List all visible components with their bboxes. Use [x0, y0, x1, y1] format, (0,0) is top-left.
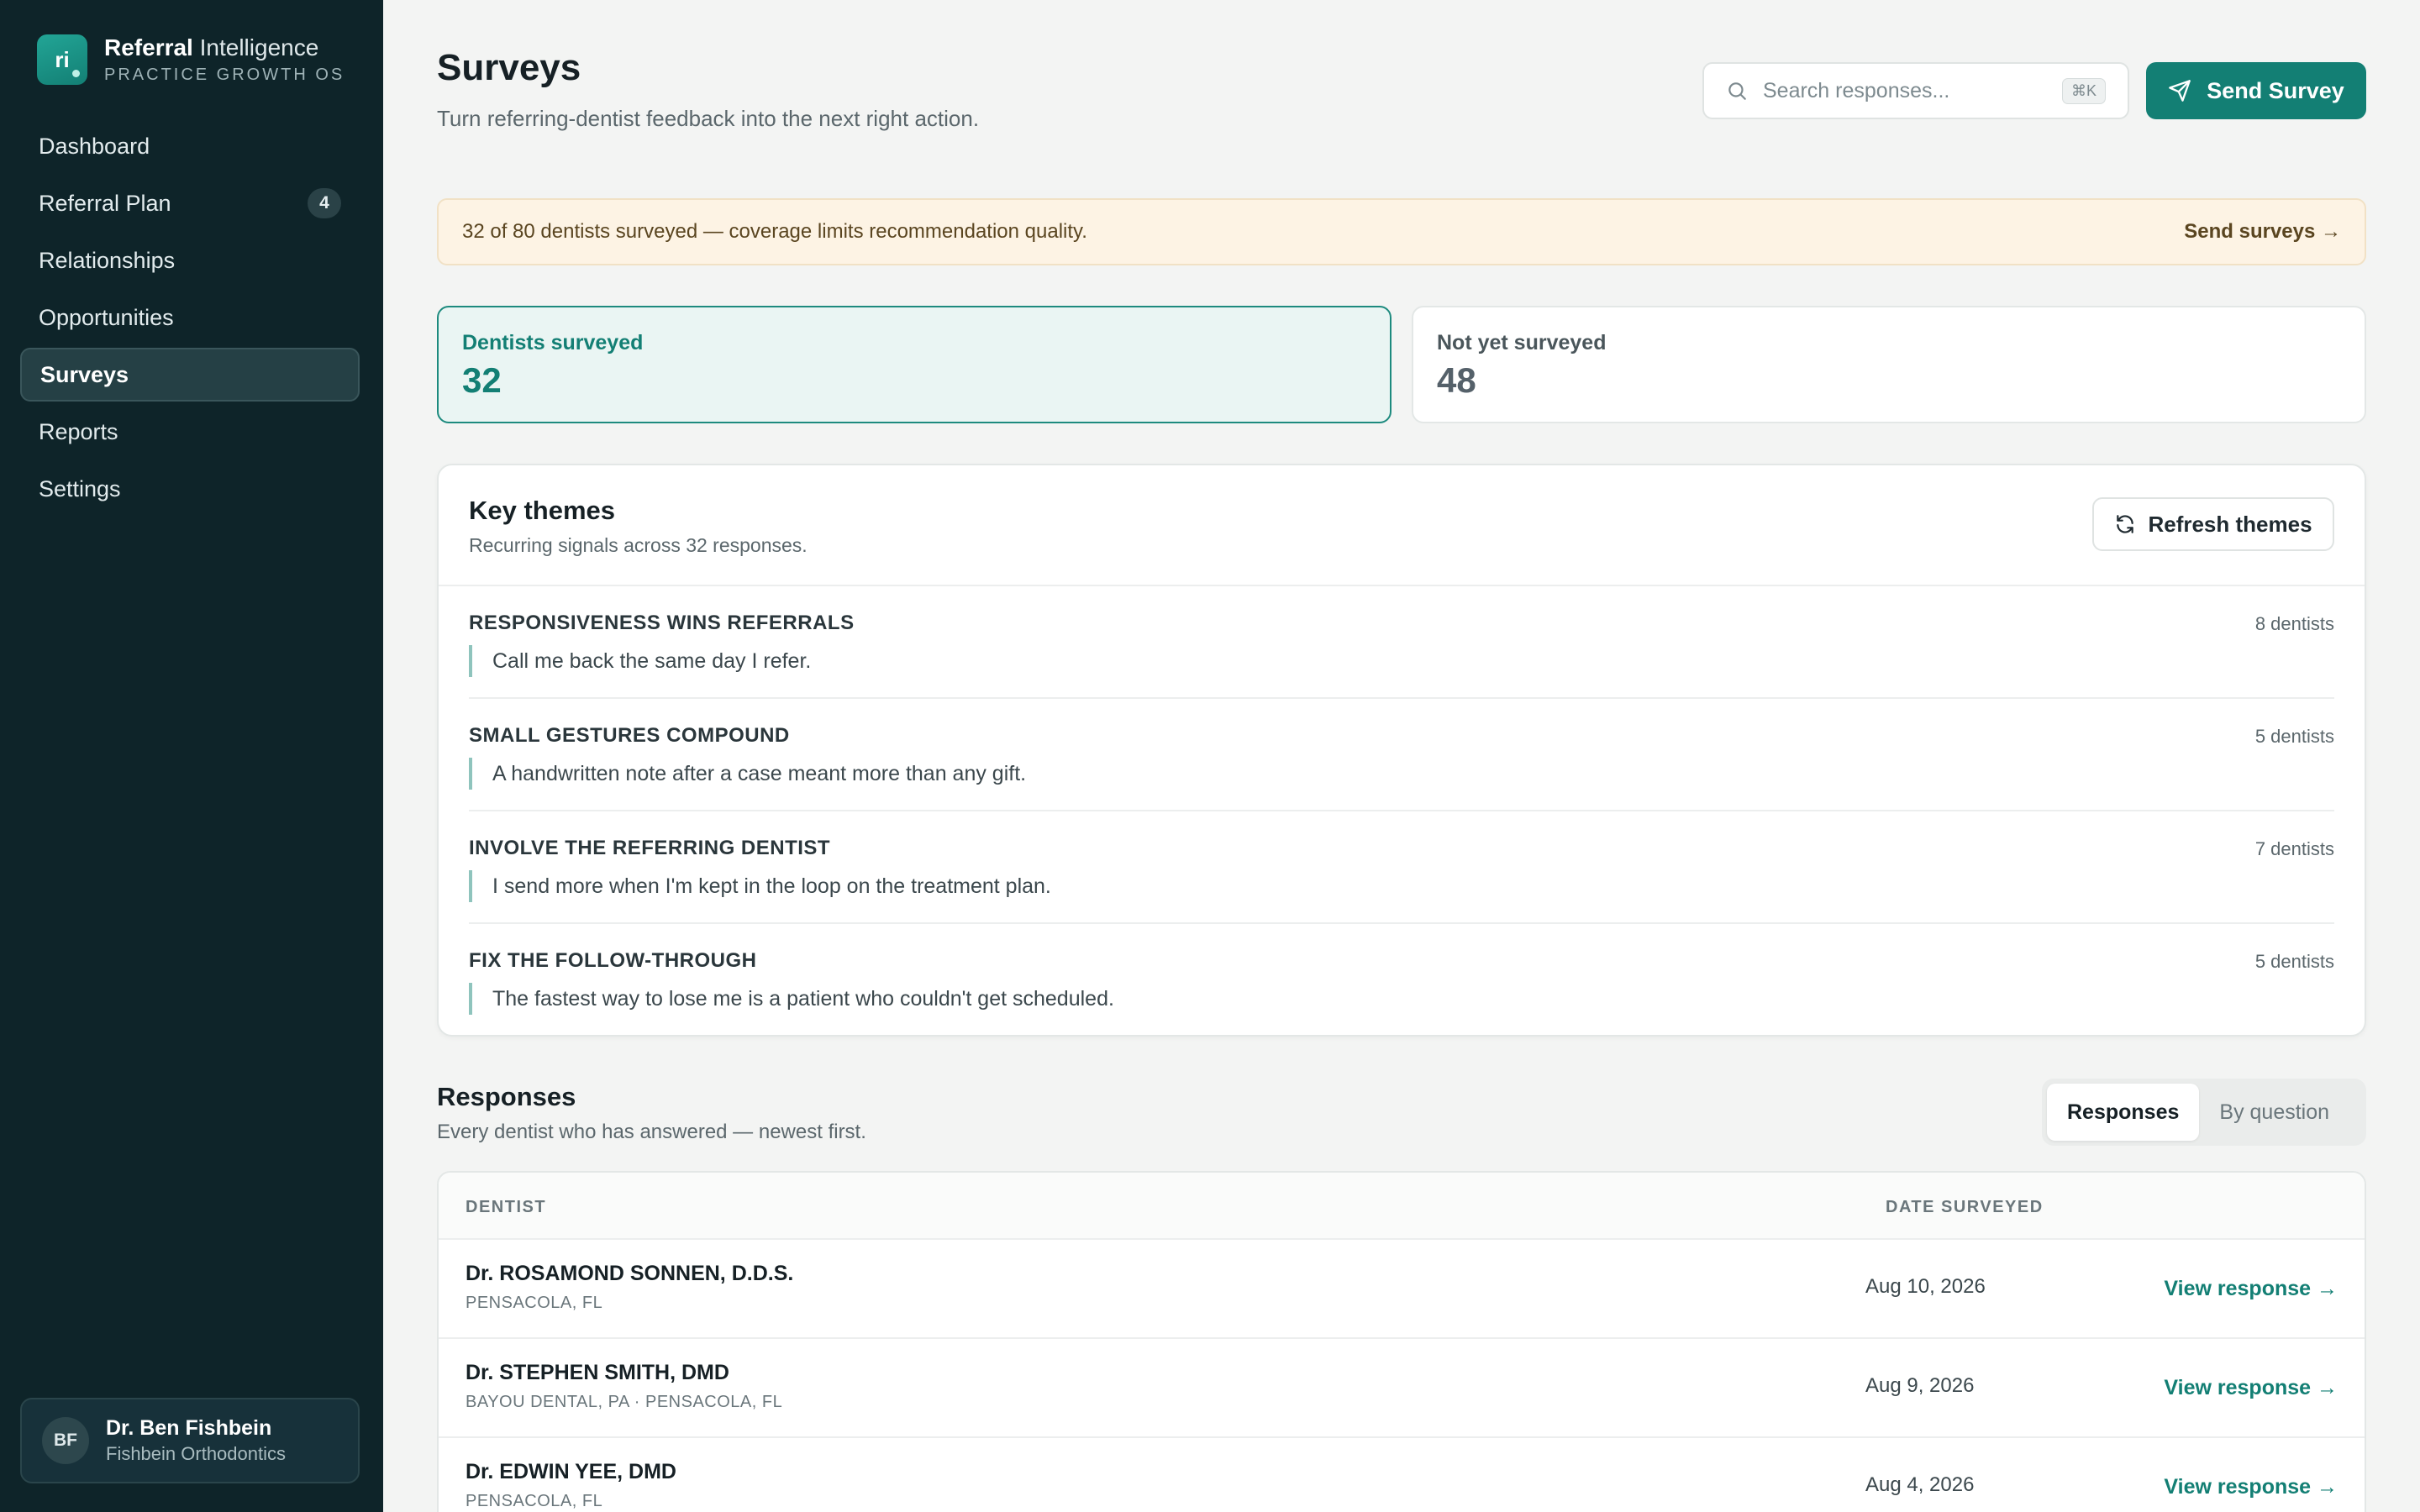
avatar: BF — [42, 1417, 89, 1464]
refresh-icon — [2117, 515, 2134, 533]
responses-view-toggle: Responses By question — [2042, 1079, 2366, 1146]
page-subtitle: Turn referring-dentist feedback into the… — [437, 106, 980, 131]
date-surveyed: Aug 4, 2026 — [1865, 1473, 1975, 1496]
dentist-location: PENSACOLA, FL — [466, 1294, 603, 1312]
brand-logo: ri — [37, 34, 87, 85]
main-content: Surveys Turn referring-dentist feedback … — [437, 0, 2366, 1512]
search-shortcut-badge: ⌘K — [2061, 77, 2106, 104]
search-box[interactable]: ⌘K — [1702, 62, 2129, 119]
refresh-themes-button[interactable]: Refresh themes — [2092, 497, 2334, 551]
send-icon — [2169, 80, 2191, 102]
coverage-banner: 32 of 80 dentists surveyed — coverage li… — [437, 198, 2366, 265]
table-row[interactable]: Dr. ROSAMOND SONNEN, D.D.S. PENSACOLA, F… — [439, 1240, 2365, 1339]
theme-item: SMALL GESTURES COMPOUND 5 dentists A han… — [469, 699, 2334, 811]
key-themes-card: Key themes Recurring signals across 32 r… — [437, 464, 2366, 1037]
dentist-location: BAYOU DENTAL, PA · PENSACOLA, FL — [466, 1393, 783, 1411]
table-row[interactable]: Dr. EDWIN YEE, DMD PENSACOLA, FL Aug 4, … — [439, 1438, 2365, 1512]
dentist-name: Dr. ROSAMOND SONNEN, D.D.S. — [466, 1262, 794, 1285]
brand-tagline: PRACTICE GROWTH OS — [104, 66, 345, 84]
theme-item: RESPONSIVENESS WINS REFERRALS 8 dentists… — [469, 586, 2334, 699]
theme-item: FIX THE FOLLOW-THROUGH 5 dentists The fa… — [469, 924, 2334, 1037]
search-icon — [1728, 82, 1746, 100]
col-dentist[interactable]: DENTIST — [466, 1198, 546, 1217]
theme-quote: Call me back the same day I refer. — [469, 645, 811, 677]
tab-responses[interactable]: Responses — [2047, 1084, 2200, 1141]
dentist-name: Dr. STEPHEN SMITH, DMD — [466, 1361, 729, 1384]
send-surveys-link[interactable]: Send surveys → — [2184, 220, 2341, 244]
theme-quote: I send more when I'm kept in the loop on… — [469, 870, 1051, 902]
send-survey-button[interactable]: Send Survey — [2146, 62, 2366, 119]
col-date-surveyed[interactable]: DATE SURVEYED — [1886, 1198, 2044, 1217]
responses-title: Responses — [437, 1082, 576, 1111]
brand[interactable]: ri Referral Intelligence PRACTICE GROWTH… — [37, 34, 345, 86]
sidebar-item-surveys[interactable]: Surveys — [20, 348, 360, 402]
key-themes-title: Key themes — [469, 496, 616, 525]
banner-text: 32 of 80 dentists surveyed — coverage li… — [462, 220, 1087, 243]
key-themes-subtitle: Recurring signals across 32 responses. — [469, 534, 808, 556]
tab-by-question[interactable]: By question — [2199, 1084, 2349, 1141]
user-org: Fishbein Orthodontics — [106, 1443, 286, 1464]
date-surveyed: Aug 10, 2026 — [1865, 1275, 1986, 1298]
dentist-name: Dr. EDWIN YEE, DMD — [466, 1460, 676, 1483]
referral-plan-badge: 4 — [308, 188, 341, 218]
sidebar-item-referral-plan[interactable]: Referral Plan 4 — [20, 176, 360, 230]
stat-not-yet-surveyed[interactable]: Not yet surveyed 48 — [1412, 306, 2366, 423]
stat-dentists-surveyed[interactable]: Dentists surveyed 32 — [437, 306, 1392, 423]
responses-table: DENTIST DATE SURVEYED Dr. ROSAMOND SONNE… — [437, 1171, 2366, 1512]
sidebar-item-reports[interactable]: Reports — [20, 405, 360, 459]
dentist-location: PENSACOLA, FL — [466, 1492, 603, 1510]
theme-quote: A handwritten note after a case meant mo… — [469, 758, 1026, 790]
table-header: DENTIST DATE SURVEYED — [439, 1173, 2365, 1240]
theme-quote: The fastest way to lose me is a patient … — [469, 983, 1114, 1015]
user-name: Dr. Ben Fishbein — [106, 1416, 272, 1440]
sidebar-nav: Dashboard Referral Plan 4 Relationships … — [20, 119, 360, 519]
brand-name: Referral Intelligence — [104, 34, 319, 60]
view-response-link[interactable]: View response → — [2164, 1376, 2338, 1400]
page-title: Surveys — [437, 47, 581, 88]
sidebar-item-opportunities[interactable]: Opportunities — [20, 291, 360, 344]
sidebar-item-dashboard[interactable]: Dashboard — [20, 119, 360, 173]
user-card[interactable]: BF Dr. Ben Fishbein Fishbein Orthodontic… — [20, 1398, 360, 1483]
view-response-link[interactable]: View response → — [2164, 1475, 2338, 1499]
sidebar-item-relationships[interactable]: Relationships — [20, 234, 360, 287]
responses-subtitle: Every dentist who has answered — newest … — [437, 1121, 866, 1143]
table-row[interactable]: Dr. STEPHEN SMITH, DMD BAYOU DENTAL, PA … — [439, 1339, 2365, 1438]
date-surveyed: Aug 9, 2026 — [1865, 1374, 1975, 1397]
logo-dot-icon — [72, 70, 80, 77]
sidebar-item-settings[interactable]: Settings — [20, 462, 360, 516]
search-input[interactable] — [1763, 78, 2062, 103]
sidebar: ri Referral Intelligence PRACTICE GROWTH… — [0, 0, 383, 1512]
theme-item: INVOLVE THE REFERRING DENTIST 7 dentists… — [469, 811, 2334, 924]
view-response-link[interactable]: View response → — [2164, 1277, 2338, 1301]
